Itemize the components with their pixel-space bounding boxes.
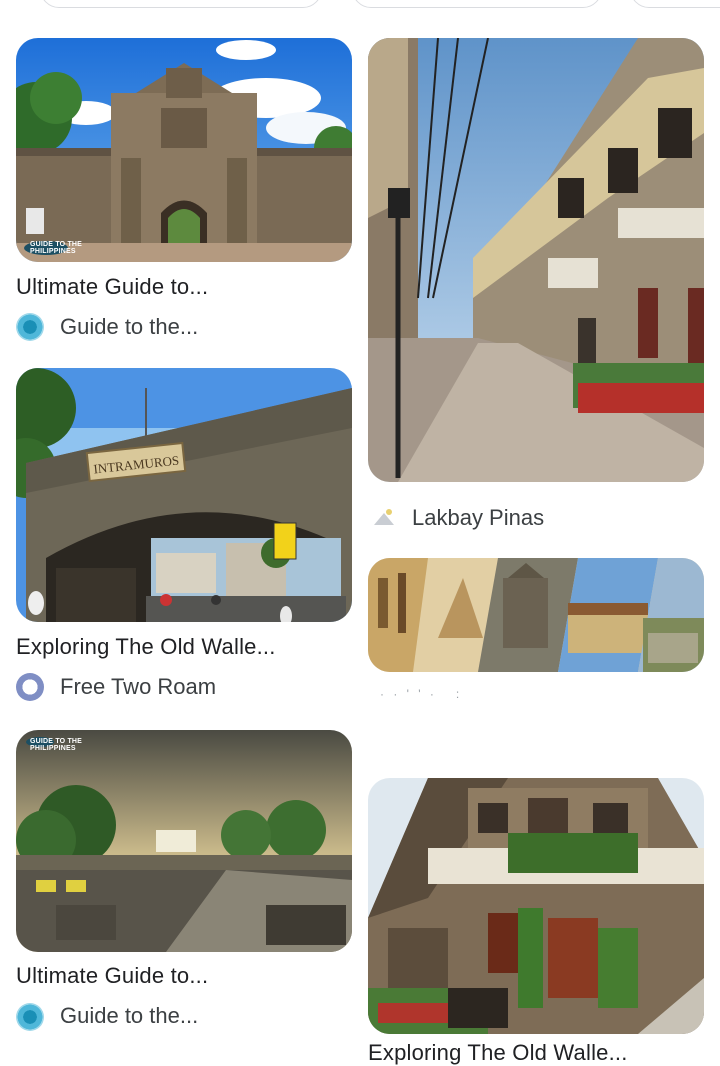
result-image[interactable]: INTRAMUROS bbox=[16, 368, 352, 622]
watermark-logo: GUIDE TO THE PHILIPPINES bbox=[30, 738, 83, 752]
result-image[interactable] bbox=[368, 38, 704, 482]
result-card[interactable]: GUIDE TO THE PHILIPPINES Ultimate Guide … bbox=[0, 0, 360, 350]
result-title[interactable]: · · ' ' · : bbox=[380, 687, 462, 701]
watermark-logo: GUIDE TO THE PHILIPPINES bbox=[30, 241, 83, 255]
result-source[interactable]: Free Two Roam bbox=[60, 674, 216, 700]
result-title[interactable]: Ultimate Guide to... bbox=[16, 963, 208, 989]
result-image[interactable] bbox=[368, 558, 704, 672]
result-card[interactable]: GUIDE TO THE PHILIPPINES Ultimate Guide … bbox=[0, 720, 360, 1054]
result-card[interactable]: Exploring The Old Walle... bbox=[360, 770, 720, 1065]
result-source[interactable]: Guide to the... bbox=[60, 1003, 198, 1029]
result-title[interactable]: Exploring The Old Walle... bbox=[16, 634, 276, 660]
result-title[interactable]: Exploring The Old Walle... bbox=[368, 1040, 628, 1066]
source-favicon-icon bbox=[16, 313, 44, 341]
result-image[interactable]: GUIDE TO THE PHILIPPINES bbox=[16, 730, 352, 952]
source-favicon-icon bbox=[372, 505, 396, 529]
result-image[interactable]: GUIDE TO THE PHILIPPINES bbox=[16, 38, 352, 262]
source-favicon-icon bbox=[16, 673, 44, 701]
result-title[interactable]: Ultimate Guide to... bbox=[16, 274, 208, 300]
result-card[interactable]: INTRAMUROS Exploring The Old Walle... Fr… bbox=[0, 360, 360, 710]
result-source[interactable]: Lakbay Pinas bbox=[412, 505, 544, 531]
source-favicon-icon bbox=[16, 1003, 44, 1031]
result-card[interactable]: Lakbay Pinas bbox=[360, 0, 720, 540]
result-source[interactable]: Guide to the... bbox=[60, 314, 198, 340]
result-card[interactable]: · · ' ' · : bbox=[360, 550, 720, 720]
result-image[interactable] bbox=[368, 778, 704, 1034]
